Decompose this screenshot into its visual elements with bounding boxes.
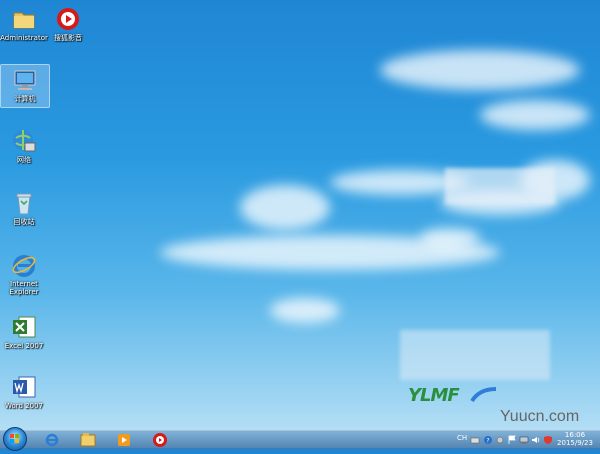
desktop-icon-network[interactable]: 网络 — [0, 126, 48, 164]
logo-text: YLMF — [408, 385, 460, 406]
blurred-region — [445, 168, 555, 204]
desktop-icon-label: Word 2007 — [4, 402, 44, 410]
desktop-icon-label: Administrator — [0, 34, 48, 42]
blurred-region — [400, 330, 550, 380]
computer-icon — [12, 67, 38, 93]
network-icon — [11, 128, 37, 154]
desktop-icon-label: Excel 2007 — [4, 342, 44, 350]
action-center-flag-icon[interactable] — [507, 435, 517, 445]
taskbar-media-player[interactable] — [110, 432, 138, 448]
desktop-icon-recycle-bin[interactable]: 回收站 — [0, 188, 48, 226]
volume-icon[interactable] — [531, 435, 541, 445]
desktop-icon-internet-explorer[interactable]: Internet Explorer — [0, 250, 48, 296]
internet-explorer-icon — [11, 252, 37, 278]
language-indicator[interactable]: CH — [457, 434, 467, 442]
security-shield-icon[interactable] — [543, 435, 553, 445]
desktop-icon-excel[interactable]: Excel 2007 — [0, 312, 48, 350]
help-icon[interactable]: ? — [483, 435, 493, 445]
file-explorer-icon — [80, 433, 96, 447]
desktop-icon-sohu-video[interactable]: 搜狐影音 — [44, 4, 92, 42]
taskbar: CH ? 16:06 2015/9/23 — [0, 427, 600, 451]
taskbar-sohu-video[interactable] — [146, 432, 174, 448]
internet-explorer-icon — [45, 433, 59, 447]
desktop-icon-label: 搜狐影音 — [54, 34, 82, 42]
logo-swoosh-icon — [470, 387, 497, 403]
watermark: Yuucn.com — [500, 408, 580, 425]
taskbar-internet-explorer[interactable] — [38, 432, 66, 448]
desktop-icon-label: 网络 — [17, 156, 31, 164]
word-icon — [11, 374, 37, 400]
media-player-icon — [118, 434, 130, 446]
folder-icon — [11, 6, 37, 32]
start-button[interactable] — [3, 427, 27, 451]
desktop-icon-label: 计算机 — [14, 95, 36, 103]
system-clock[interactable]: 16:06 2015/9/23 — [556, 431, 594, 447]
desktop-icon-label: 回收站 — [13, 218, 35, 226]
network-status-icon[interactable] — [519, 435, 529, 445]
desktop-icon-word[interactable]: Word 2007 — [0, 372, 48, 410]
clock-date: 2015/9/23 — [557, 439, 593, 447]
recycle-bin-icon — [11, 190, 37, 216]
taskbar-file-explorer[interactable] — [74, 432, 102, 448]
desktop-icon-label: Internet Explorer — [9, 280, 39, 296]
excel-icon — [11, 314, 37, 340]
sohu-video-icon — [55, 6, 81, 32]
ylmf-logo: YLMF — [408, 385, 498, 415]
windows-logo-icon — [10, 434, 19, 443]
desktop-icon-computer[interactable]: 计算机 — [0, 64, 50, 108]
keyboard-icon[interactable] — [470, 435, 480, 445]
sohu-video-icon — [153, 433, 167, 447]
desktop-icon-administrator[interactable]: Administrator — [0, 4, 48, 42]
settings-icon[interactable] — [495, 435, 505, 445]
clock-time: 16:06 — [564, 431, 586, 439]
svg-text:?: ? — [486, 438, 489, 445]
